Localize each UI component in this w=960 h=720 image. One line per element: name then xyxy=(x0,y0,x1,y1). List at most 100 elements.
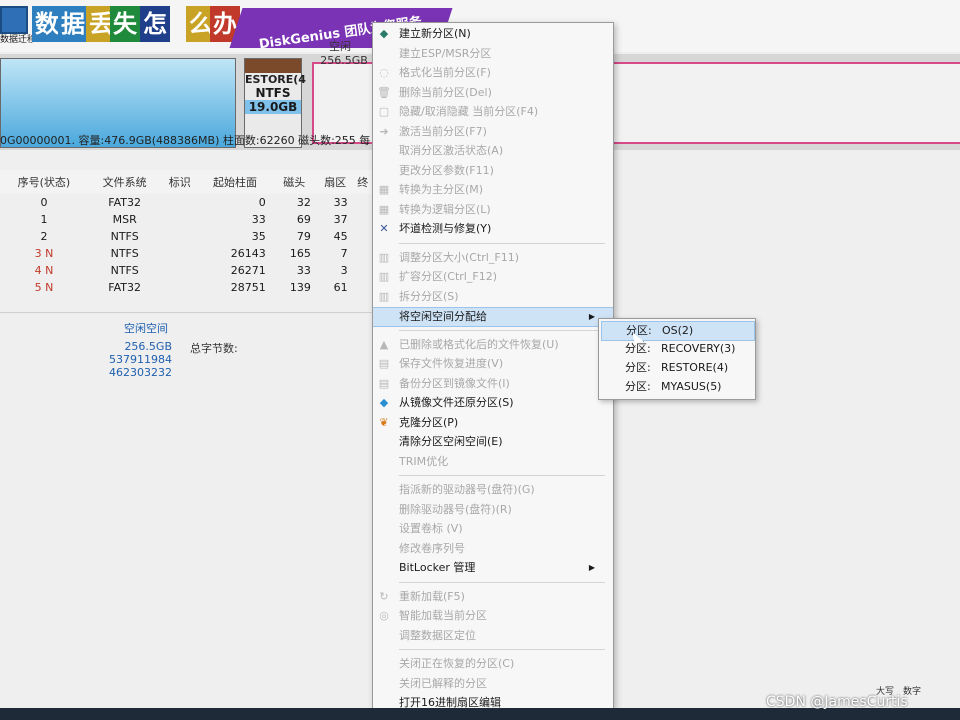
menu-item[interactable]: ◎ 智能加载当前分区 xyxy=(373,607,613,625)
menu-item[interactable]: 修改卷序列号 xyxy=(373,540,613,558)
menu-separator xyxy=(399,581,605,583)
split-icon: ▥ xyxy=(378,289,390,303)
smart-load-icon: ◎ xyxy=(379,609,389,622)
menu-item[interactable]: 设置卷标 (V) xyxy=(373,520,613,538)
migrate-tool-icon[interactable] xyxy=(0,6,28,34)
table-row[interactable]: 4 N NTFS 26271 33 3 xyxy=(0,262,372,279)
submenu-item[interactable]: 分区: RESTORE(4) xyxy=(601,359,753,377)
submenu-item-name: MYASUS(5) xyxy=(661,380,722,393)
ad-tile[interactable]: 据 xyxy=(58,6,88,42)
save-progress-icon: ▤ xyxy=(378,357,390,370)
submenu-item[interactable]: 分区: RECOVERY(3) xyxy=(601,340,753,358)
menu-item[interactable]: ▥ 扩容分区(Ctrl_F12) xyxy=(373,268,613,286)
menu-item[interactable]: ▤ 保存文件恢复进度(V) xyxy=(373,355,613,373)
migrate-tool-label[interactable]: 数据迁移 xyxy=(0,32,36,45)
cell-end-cylinder xyxy=(354,194,372,211)
menu-item[interactable]: BitLocker 管理 ▶ xyxy=(373,559,613,577)
col-sector[interactable]: 扇区 xyxy=(316,170,354,194)
menu-item-label: 建立新分区(N) xyxy=(399,27,471,40)
menu-separator xyxy=(399,329,605,331)
menu-item-label: 修改卷序列号 xyxy=(399,541,465,555)
menu-item[interactable]: ◌ 格式化当前分区(F) xyxy=(373,64,613,82)
menu-item[interactable]: ▤ 备份分区到镜像文件(I) xyxy=(373,375,613,393)
menu-item-label: 建立ESP/MSR分区 xyxy=(399,46,492,60)
menu-item[interactable]: 删除驱动器号(盘符)(R) xyxy=(373,501,613,519)
table-row[interactable]: 5 N FAT32 28751 139 61 xyxy=(0,279,372,296)
submenu-item[interactable]: 分区: MYASUS(5) xyxy=(601,378,753,396)
col-start-cylinder[interactable]: 起始柱面 xyxy=(198,170,272,194)
col-filesystem[interactable]: 文件系统 xyxy=(87,170,162,194)
new-partition-icon: ◆ xyxy=(379,27,389,40)
cell-end-cylinder xyxy=(354,228,372,245)
menu-item[interactable]: ◆ 从镜像文件还原分区(S) xyxy=(373,394,613,412)
menu-item[interactable]: 取消分区激活状态(A) xyxy=(373,142,613,160)
col-index[interactable]: 序号(状态) xyxy=(0,170,88,194)
ad-tile[interactable]: 怎 xyxy=(140,6,170,42)
menu-item[interactable]: ❦ 克隆分区(P) xyxy=(373,414,613,432)
menu-item[interactable]: ➜ 激活当前分区(F7) xyxy=(373,123,613,141)
cell-head: 33 xyxy=(296,264,311,277)
cell-id xyxy=(161,194,198,211)
cell-id xyxy=(161,245,198,262)
menu-item-label: 拆分分区(S) xyxy=(399,289,459,303)
cell-head: 165 xyxy=(289,247,311,260)
menu-item-label: 备份分区到镜像文件(I) xyxy=(399,376,510,390)
menu-item[interactable]: ▲ 已删除或格式化后的文件恢复(U) xyxy=(373,336,613,354)
cell-sector: 33 xyxy=(333,196,348,209)
partition-block-size: 19.0GB xyxy=(245,100,301,114)
col-id[interactable]: 标识 xyxy=(161,170,199,194)
allocate-free-space-submenu: 分区: OS(2) 分区: RECOVERY(3) 分区: RESTORE(4) 分区: MY… xyxy=(598,318,756,400)
table-row[interactable]: 1 MSR 33 69 37 xyxy=(0,211,372,228)
menu-item[interactable]: 更改分区参数(F11) xyxy=(373,162,613,180)
menu-item[interactable]: ▥ 调整分区大小(Ctrl_F11) xyxy=(373,249,613,267)
free-space-value-3: 462303232 xyxy=(109,366,172,379)
menu-item[interactable]: ▦ 转换为逻辑分区(L) xyxy=(373,201,613,219)
col-end-cylinder[interactable]: 终 xyxy=(353,170,372,194)
submenu-item[interactable]: 分区: OS(2) xyxy=(601,321,755,341)
menu-item-label: 更改分区参数(F11) xyxy=(399,163,494,177)
cell-index: 2 xyxy=(40,230,48,243)
ad-tile[interactable]: 失 xyxy=(110,6,140,42)
submenu-arrow-icon: ▶ xyxy=(588,563,595,572)
table-row[interactable]: 0 FAT32 0 32 33 xyxy=(0,194,372,211)
cell-start-cylinder: 26271 xyxy=(230,264,266,277)
menu-item[interactable]: 将空闲空间分配给 ▶ xyxy=(373,307,613,327)
convert-primary-icon: ▦ xyxy=(378,183,390,196)
menu-item[interactable]: 清除分区空闲空间(E) xyxy=(373,433,613,451)
table-header-row: 序号(状态) 文件系统 标识 起始柱面 磁头 扇区 终 xyxy=(0,170,372,194)
table-row[interactable]: 2 NTFS 35 79 45 xyxy=(0,228,372,245)
menu-item-label: 格式化当前分区(F) xyxy=(399,66,491,79)
menu-item[interactable]: ✕ 坏道检测与修复(Y) xyxy=(373,220,613,238)
menu-item-label: 转换为主分区(M) xyxy=(399,183,484,196)
menu-item[interactable]: ▥ 拆分分区(S) xyxy=(373,288,613,306)
menu-item[interactable]: 关闭已解释的分区 xyxy=(373,675,613,693)
menu-item-label: 坏道检测与修复(Y) xyxy=(399,222,492,235)
menu-item[interactable]: ↻ 重新加载(F5) xyxy=(373,588,613,606)
cell-start-cylinder: 0 xyxy=(258,196,266,209)
col-head[interactable]: 磁头 xyxy=(271,170,317,194)
cell-filesystem: FAT32 xyxy=(108,196,142,209)
cell-filesystem: NTFS xyxy=(110,247,139,260)
menu-item-label: 将空闲空间分配给 xyxy=(399,310,487,323)
recover-icon: ▲ xyxy=(379,337,389,351)
table-row[interactable]: 3 N NTFS 26143 165 7 xyxy=(0,245,372,262)
cell-sector: 7 xyxy=(340,247,348,260)
clone-icon: ❦ xyxy=(379,415,389,429)
menu-item[interactable]: TRIM优化 xyxy=(373,453,613,471)
menu-item-label: 隐藏/取消隐藏 当前分区(F4) xyxy=(399,105,539,118)
menu-item[interactable]: 调整数据区定位 xyxy=(373,627,613,645)
cell-start-cylinder: 26143 xyxy=(230,247,266,260)
menu-item[interactable]: 建立ESP/MSR分区 xyxy=(373,45,613,63)
submenu-item-name: OS(2) xyxy=(662,324,694,337)
menu-item[interactable]: 指派新的驱动器号(盘符)(G) xyxy=(373,481,613,499)
hide-icon: ▢ xyxy=(378,105,390,118)
menu-item[interactable]: ◆ 建立新分区(N) xyxy=(373,25,613,43)
menu-item-label: 克隆分区(P) xyxy=(399,415,459,429)
menu-item[interactable]: 关闭正在恢复的分区(C) xyxy=(373,655,613,673)
free-space-title: 空闲空间 xyxy=(124,322,168,335)
menu-item[interactable]: 🗑 删除当前分区(Del) xyxy=(373,84,613,102)
cell-end-cylinder xyxy=(354,262,372,279)
menu-item[interactable]: ▦ 转换为主分区(M) xyxy=(373,181,613,199)
menu-item[interactable]: ▢ 隐藏/取消隐藏 当前分区(F4) xyxy=(373,103,613,121)
cell-index: 5 N xyxy=(34,281,54,294)
